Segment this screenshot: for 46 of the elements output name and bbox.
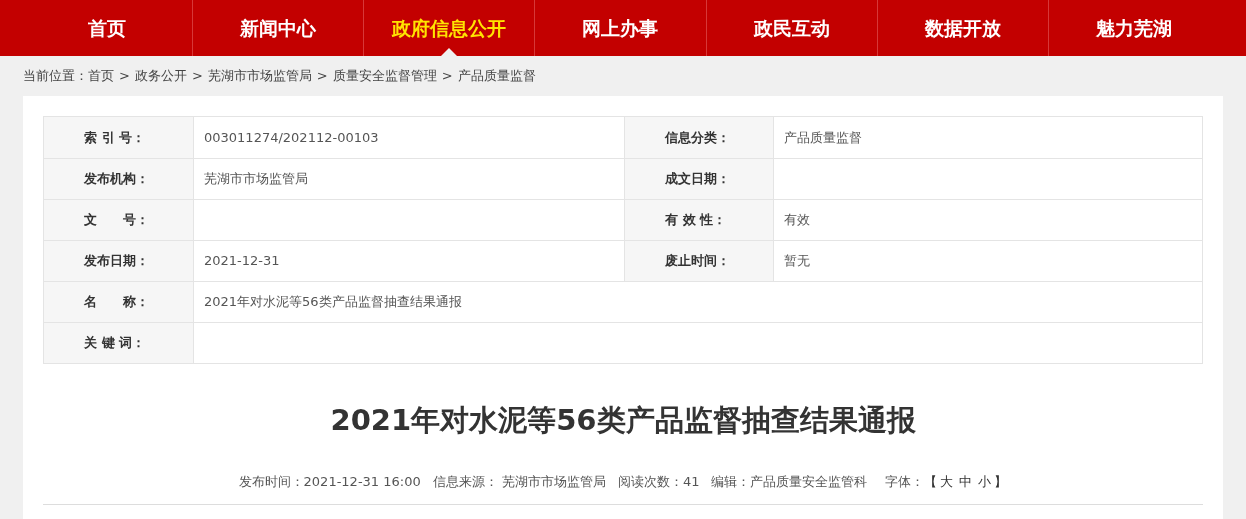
field-value: 暂无	[784, 252, 810, 271]
bracket-mark: 】	[994, 473, 1008, 492]
field-label: 发布日期：	[44, 241, 194, 281]
nav-tab[interactable]: 网上办事	[534, 0, 706, 56]
field-label: 名 称：	[44, 282, 194, 322]
field-value: 产品质量监督	[784, 128, 862, 147]
field-label: 文 号：	[44, 200, 194, 240]
bracket-mark: 【	[924, 473, 938, 492]
field-value: 芜湖市市场监管局	[204, 170, 308, 189]
field-label: 发布机构：	[44, 159, 194, 199]
font-size-link[interactable]: 大	[940, 472, 954, 492]
nav-tab[interactable]: 政府信息公开	[363, 0, 535, 56]
font-size-link[interactable]: 中	[959, 472, 973, 492]
field-label: 索 引 号：	[44, 117, 194, 158]
nav-tab[interactable]: 首页	[22, 0, 193, 56]
font-size-label: 字体：	[885, 473, 925, 492]
font-size-link[interactable]: 小	[978, 472, 992, 492]
article-title: 2021年对水泥等56类产品监督抽查结果通报	[329, 402, 917, 439]
breadcrumb-separator: >	[441, 67, 453, 86]
nav-tab[interactable]: 新闻中心	[192, 0, 364, 56]
breadcrumb-label: 当前位置：	[23, 67, 88, 86]
breadcrumb-link[interactable]: 产品质量监督	[457, 66, 536, 86]
breadcrumb-separator: >	[316, 67, 328, 86]
field-label: 有 效 性：	[624, 200, 774, 240]
field-label: 关 键 词：	[44, 323, 194, 363]
field-label: 成文日期：	[624, 159, 774, 199]
meta-text: 编辑：产品质量安全监管科	[711, 473, 868, 492]
breadcrumb-separator: >	[191, 67, 203, 86]
meta-text: 信息来源： 芜湖市市场监管局	[432, 473, 606, 492]
selected-pointer-icon	[441, 48, 458, 56]
field-label: 信息分类：	[624, 117, 774, 158]
field-value: 2021年对水泥等56类产品监督抽查结果通报	[204, 293, 462, 312]
nav-tab[interactable]: 政民互动	[705, 0, 877, 56]
nav-tab[interactable]: 魅力芜湖	[1047, 0, 1219, 56]
field-label: 废止时间：	[624, 241, 774, 281]
nav-tab[interactable]: 数据开放	[876, 0, 1048, 56]
breadcrumb-link[interactable]: 芜湖市市场监管局	[207, 66, 312, 86]
meta-text: 发布时间：2021-12-31 16:00	[238, 473, 421, 492]
field-value: 003011274/202112-00103	[204, 128, 379, 147]
field-value: 2021-12-31	[204, 252, 280, 271]
breadcrumb-link[interactable]: 首页	[88, 66, 114, 86]
breadcrumb-separator: >	[119, 67, 130, 86]
field-value: 有效	[784, 211, 810, 230]
meta-text: 阅读次数：41	[617, 473, 700, 492]
breadcrumb-link[interactable]: 政务公开	[134, 66, 187, 86]
breadcrumb-link[interactable]: 质量安全监督管理	[332, 66, 437, 86]
